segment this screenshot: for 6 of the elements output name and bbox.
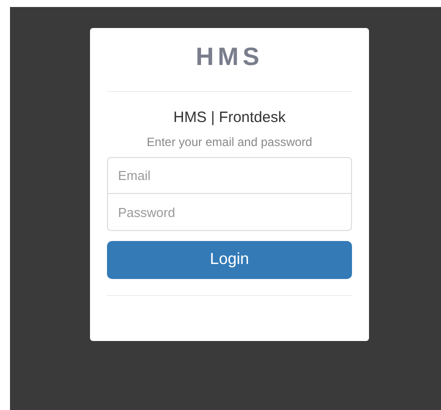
password-field[interactable]: Password: [107, 194, 352, 231]
login-title: HMS | Frontdesk: [173, 108, 286, 128]
login-subtitle: Enter your email and password: [146, 134, 312, 150]
logo: HMS: [196, 42, 264, 72]
email-field[interactable]: Email: [107, 157, 352, 194]
login-button[interactable]: Login: [107, 241, 352, 279]
